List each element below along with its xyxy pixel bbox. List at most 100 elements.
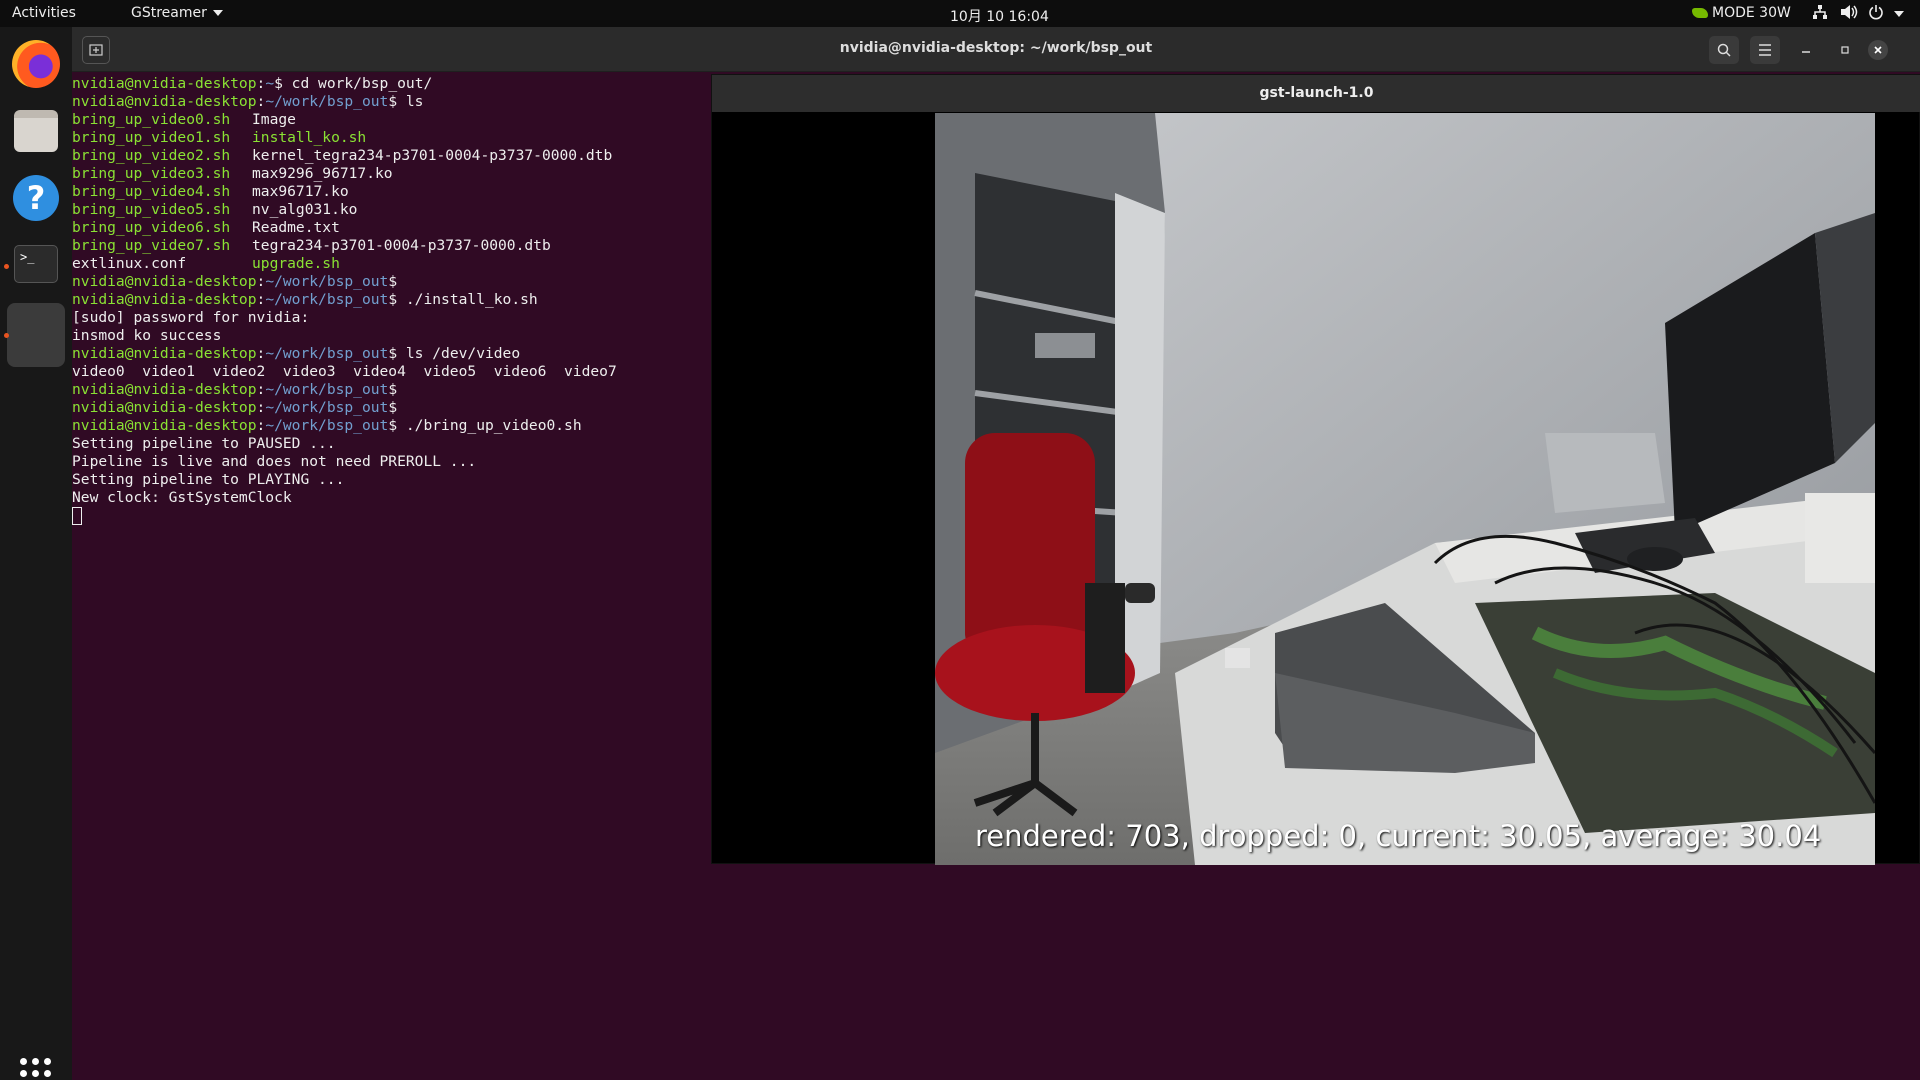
app-menu[interactable]: GStreamer [131, 5, 223, 21]
prompt-path: ~/work/bsp_out [265, 291, 389, 308]
file-name: bring_up_video7.sh [72, 237, 231, 254]
output-text: New clock: GstSystemClock [72, 489, 292, 506]
file-name: install_ko.sh [252, 129, 367, 146]
file-name: max96717.ko [252, 183, 349, 200]
network-icon[interactable] [1812, 4, 1828, 24]
terminal-line: video0 video1 video2 video3 video4 video… [72, 363, 712, 381]
file-name: extlinux.conf [72, 255, 187, 272]
terminal-line: nvidia@nvidia-desktop:~$ cd work/bsp_out… [72, 75, 433, 92]
file-name: bring_up_video4.sh [72, 183, 231, 200]
terminal-output[interactable]: nvidia@nvidia-desktop:~$ cd work/bsp_out… [72, 75, 712, 525]
file-name: bring_up_video3.sh [72, 165, 231, 182]
terminal-line: Setting pipeline to PAUSED ... [72, 435, 712, 453]
close-button[interactable] [1868, 40, 1888, 60]
terminal-line: insmod ko success [72, 327, 712, 345]
help-launcher[interactable]: ? [7, 169, 65, 227]
firefox-icon [12, 40, 60, 88]
output-text: Pipeline is live and does not need PRERO… [72, 453, 477, 470]
file-name: bring_up_video1.sh [72, 129, 231, 146]
prompt-user: nvidia@nvidia-desktop [72, 399, 257, 416]
terminal-launcher[interactable]: >_ [7, 235, 65, 293]
terminal-line: Pipeline is live and does not need PRERO… [72, 453, 712, 471]
terminal-line: bring_up_video7.sh tegra234-p3701-0004-p3… [72, 237, 712, 255]
text-cursor [72, 507, 82, 525]
prompt-user: nvidia@nvidia-desktop [72, 273, 257, 290]
command-text: $ ls /dev/video [388, 345, 521, 362]
terminal-title: nvidia@nvidia-desktop: ~/work/bsp_out [839, 40, 1153, 56]
terminal-line: nvidia@nvidia-desktop:~/work/bsp_out$ [72, 381, 398, 398]
terminal-line: extlinux.conf upgrade.sh [72, 255, 712, 273]
system-menu-chevron-icon[interactable] [1894, 11, 1904, 17]
prompt-user: nvidia@nvidia-desktop [72, 417, 257, 434]
file-name: bring_up_video2.sh [72, 147, 231, 164]
command-text: $ ./install_ko.sh [388, 291, 538, 308]
prompt-user: nvidia@nvidia-desktop [72, 93, 257, 110]
file-name: bring_up_video6.sh [72, 219, 231, 236]
terminal-line: bring_up_video5.sh nv_alg031.ko [72, 201, 712, 219]
firefox-launcher[interactable] [7, 35, 65, 93]
terminal-line: bring_up_video2.sh kernel_tegra234-p3701-… [72, 147, 712, 165]
file-name: nv_alg031.ko [252, 201, 358, 218]
terminal-line: nvidia@nvidia-desktop:~/work/bsp_out$ ls… [72, 345, 521, 362]
command-text: $ ls [388, 93, 424, 110]
chevron-down-icon [212, 10, 223, 16]
volume-icon[interactable] [1840, 4, 1858, 24]
gst-window-header: gst-launch-1.0 [712, 75, 1920, 112]
clock[interactable]: 10月 10 16:04 [950, 6, 1049, 26]
prompt-path: ~/work/bsp_out [265, 381, 389, 398]
prompt-path: ~/work/bsp_out [265, 93, 389, 110]
maximize-button[interactable] [1830, 36, 1860, 64]
file-name: bring_up_video0.sh [72, 111, 231, 128]
prompt-path: ~ [265, 75, 275, 92]
dock: ? >_ [0, 27, 72, 1080]
terminal-icon: >_ [14, 245, 58, 283]
running-indicator [4, 264, 9, 269]
terminal-line: [sudo] password for nvidia: [72, 309, 712, 327]
power-icon[interactable] [1868, 4, 1884, 24]
prompt-user: nvidia@nvidia-desktop [72, 291, 257, 308]
activities-button[interactable]: Activities [12, 5, 76, 21]
nvidia-icon [1692, 8, 1708, 18]
show-apps-grid-icon[interactable] [20, 1058, 52, 1080]
terminal-line: nvidia@nvidia-desktop:~/work/bsp_out$ ls [72, 93, 424, 110]
app-menu-label: GStreamer [131, 5, 207, 21]
terminal-header-bar: nvidia@nvidia-desktop: ~/work/bsp_out [72, 27, 1920, 72]
command-text: $ cd work/bsp_out/ [274, 75, 433, 92]
terminal-line: New clock: GstSystemClock [72, 489, 712, 507]
output-text: Setting pipeline to PLAYING ... [72, 471, 345, 488]
fps-overlay: rendered: 703, dropped: 0, current: 30.0… [975, 819, 1822, 853]
terminal-line: bring_up_video0.sh Image [72, 111, 712, 129]
folder-icon [14, 110, 58, 152]
prompt-user: nvidia@nvidia-desktop [72, 75, 257, 92]
camera-scene [935, 113, 1875, 865]
prompt-path: ~/work/bsp_out [265, 273, 389, 290]
running-indicator [4, 333, 9, 338]
file-name: tegra234-p3701-0004-p3737-0000.dtb [252, 237, 551, 254]
output-text: insmod ko success [72, 327, 222, 344]
terminal-cursor-line [72, 507, 712, 525]
gst-launch-window-button[interactable] [7, 303, 65, 367]
file-name: kernel_tegra234-p3701-0004-p3737-0000.dt… [252, 147, 613, 164]
command-text: $ [388, 273, 398, 290]
power-mode-indicator[interactable]: MODE 30W [1692, 5, 1791, 21]
prompt-path: ~/work/bsp_out [265, 399, 389, 416]
terminal-line: nvidia@nvidia-desktop:~/work/bsp_out$ ./… [72, 291, 538, 308]
terminal-line: Setting pipeline to PLAYING ... [72, 471, 712, 489]
file-name: upgrade.sh [252, 255, 340, 272]
terminal-line: bring_up_video3.sh max9296_96717.ko [72, 165, 712, 183]
command-text: $ ./bring_up_video0.sh [388, 417, 582, 434]
gst-launch-window[interactable]: gst-launch-1.0 rendered: 703, dropped: 0… [711, 74, 1920, 865]
prompt-user: nvidia@nvidia-desktop [72, 381, 257, 398]
command-text: $ [388, 381, 398, 398]
prompt-path: ~/work/bsp_out [265, 417, 389, 434]
terminal-line: nvidia@nvidia-desktop:~/work/bsp_out$ [72, 273, 398, 290]
terminal-line: nvidia@nvidia-desktop:~/work/bsp_out$ ./… [72, 417, 582, 434]
terminal-line: bring_up_video6.sh Readme.txt [72, 219, 712, 237]
power-mode-label: MODE 30W [1712, 5, 1791, 21]
minimize-button[interactable] [1791, 36, 1821, 64]
top-bar: Activities GStreamer 10月 10 16:04 MODE 3… [0, 0, 1920, 27]
hamburger-menu-button[interactable] [1750, 36, 1780, 64]
search-button[interactable] [1709, 36, 1739, 64]
output-text: video0 video1 video2 video3 video4 video… [72, 363, 617, 380]
files-launcher[interactable] [7, 102, 65, 160]
